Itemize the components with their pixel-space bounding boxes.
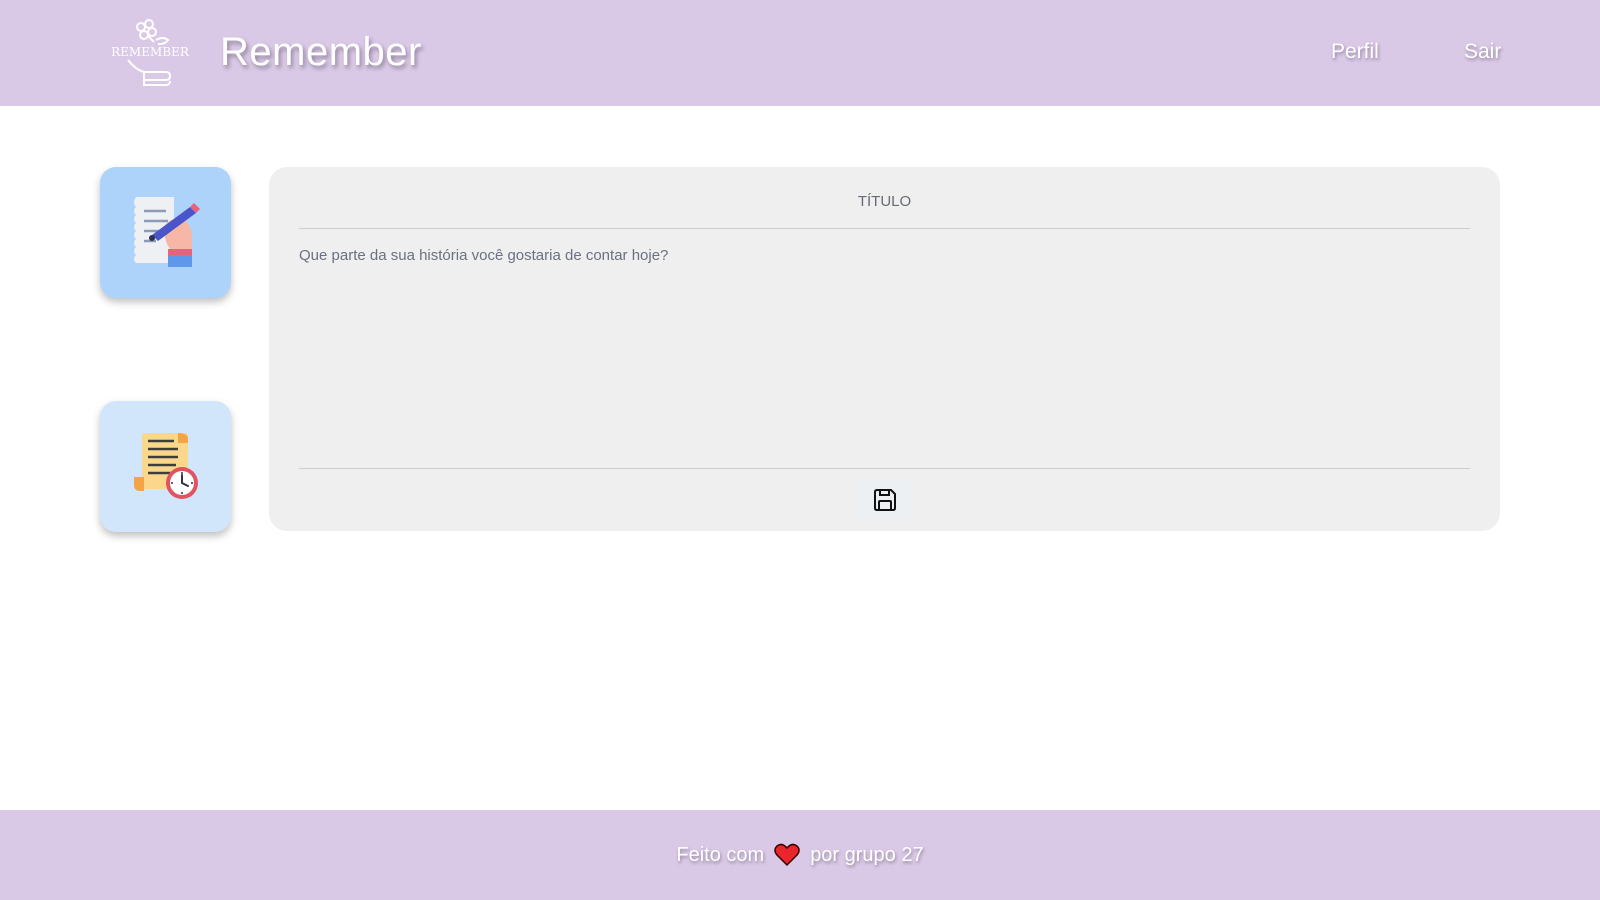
body-divider — [299, 468, 1470, 469]
heart-icon — [774, 843, 800, 867]
memory-history-button[interactable] — [100, 401, 231, 532]
scroll-clock-icon — [134, 433, 198, 499]
nav-perfil-link[interactable]: Perfil — [1331, 40, 1379, 64]
logo-text: REMEMBER — [111, 45, 190, 59]
footer-suffix: por grupo 27 — [810, 843, 924, 866]
floppy-disk-icon — [874, 489, 896, 511]
header: REMEMBER Remember Perfil Sair — [0, 0, 1600, 106]
footer: Feito com por grupo 27 — [0, 810, 1600, 900]
logo[interactable]: REMEMBER — [108, 18, 192, 88]
logo-icon: REMEMBER — [111, 19, 190, 86]
save-button[interactable] — [857, 480, 913, 520]
footer-prefix: Feito com — [676, 843, 765, 866]
title-input[interactable] — [299, 181, 1470, 221]
hand-writing-icon — [134, 197, 200, 267]
brand-title[interactable]: Remember — [220, 30, 422, 75]
write-memory-button[interactable] — [100, 167, 231, 298]
editor-panel — [269, 167, 1500, 531]
story-textarea[interactable] — [299, 247, 1470, 457]
nav-sair-link[interactable]: Sair — [1464, 40, 1501, 64]
title-divider — [299, 228, 1470, 229]
